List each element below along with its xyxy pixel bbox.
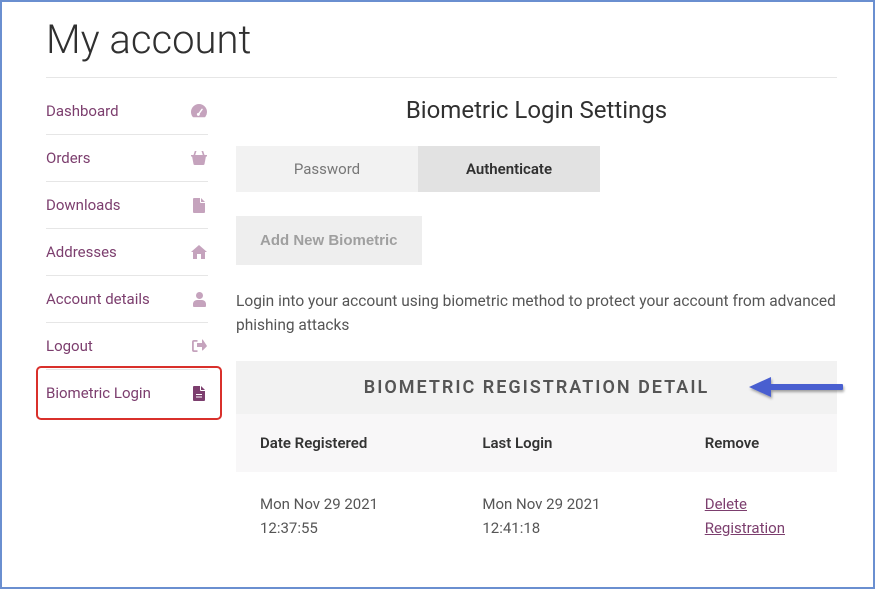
sidebar-item-label: Addresses <box>46 243 117 261</box>
signout-icon <box>190 339 208 353</box>
sidebar-item-dashboard[interactable]: Dashboard <box>46 92 208 135</box>
sidebar-item-label: Dashboard <box>46 102 119 120</box>
cell-date-registered: Mon Nov 29 2021 12:37:55 <box>236 472 458 544</box>
registration-table: Date Registered Last Login Remove Mon No… <box>236 414 837 544</box>
home-icon <box>190 245 208 259</box>
annotation-arrow-icon <box>747 375 847 401</box>
sidebar-item-label: Account details <box>46 290 150 308</box>
user-icon <box>190 292 208 307</box>
table-row: Mon Nov 29 2021 12:37:55 Mon Nov 29 2021… <box>236 472 837 544</box>
basket-icon <box>190 151 208 165</box>
sidebar-item-label: Logout <box>46 337 93 355</box>
add-new-biometric-button[interactable]: Add New Biometric <box>236 216 422 265</box>
tabs: Password Authenticate <box>236 146 837 192</box>
cell-last-login: Mon Nov 29 2021 12:41:18 <box>458 472 680 544</box>
sidebar-item-account-details[interactable]: Account details <box>46 276 208 323</box>
cell-remove: Delete Registration <box>681 472 837 544</box>
sidebar-item-orders[interactable]: Orders <box>46 135 208 182</box>
sidebar-item-addresses[interactable]: Addresses <box>46 229 208 276</box>
col-last-login: Last Login <box>458 414 680 472</box>
sidebar-item-downloads[interactable]: Downloads <box>46 182 208 229</box>
sidebar-item-biometric-login[interactable]: Biometric Login <box>46 370 208 416</box>
description-text: Login into your account using biometric … <box>236 289 837 337</box>
sidebar-item-logout[interactable]: Logout <box>46 323 208 370</box>
page-title: My account <box>46 16 837 78</box>
biometric-registration-detail-header: Biometric Registration Detail <box>236 361 837 414</box>
col-date-registered: Date Registered <box>236 414 458 472</box>
sidebar-item-label: Orders <box>46 149 91 167</box>
content-title: Biometric Login Settings <box>236 96 837 124</box>
file-icon <box>190 198 208 213</box>
dashboard-icon <box>190 104 208 118</box>
col-remove: Remove <box>681 414 837 472</box>
file-alt-icon <box>190 386 208 401</box>
account-sidebar: Dashboard Orders Downloads Addresses <box>46 88 208 544</box>
sidebar-item-label: Downloads <box>46 196 121 214</box>
main-content: Biometric Login Settings Password Authen… <box>236 88 837 544</box>
tab-password[interactable]: Password <box>236 146 418 192</box>
tab-authenticate[interactable]: Authenticate <box>418 146 600 192</box>
table-header-row: Date Registered Last Login Remove <box>236 414 837 472</box>
delete-registration-link[interactable]: Delete Registration <box>705 495 785 537</box>
sidebar-item-label: Biometric Login <box>46 384 151 402</box>
